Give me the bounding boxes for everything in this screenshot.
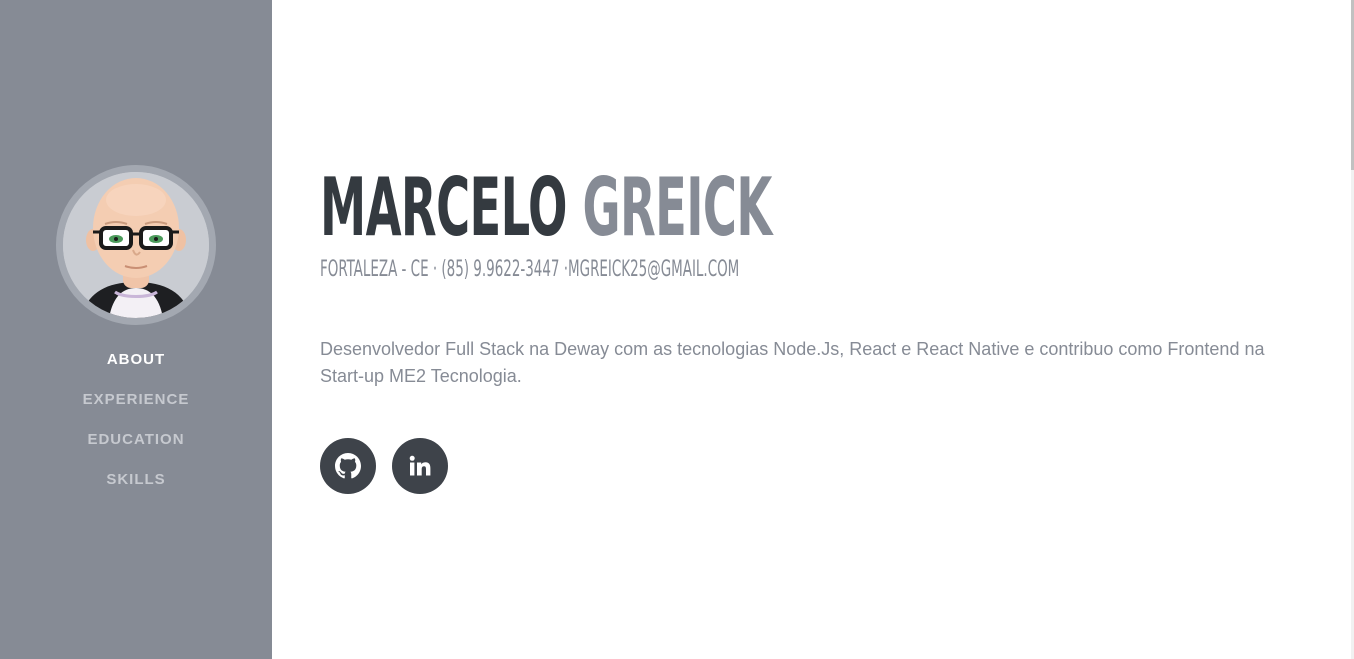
github-button[interactable] <box>320 438 376 494</box>
linkedin-button[interactable] <box>392 438 448 494</box>
github-icon <box>335 453 361 479</box>
nav-item-about[interactable]: ABOUT <box>0 340 272 380</box>
bio-text: Desenvolvedor Full Stack na Deway com as… <box>320 339 1265 386</box>
sidebar-nav: ABOUT EXPERIENCE EDUCATION SKILLS <box>0 340 272 500</box>
avatar-illustration <box>63 172 209 318</box>
nav-item-skills[interactable]: SKILLS <box>0 460 272 500</box>
sidebar: ABOUT EXPERIENCE EDUCATION SKILLS <box>0 0 272 659</box>
nav-item-education[interactable]: EDUCATION <box>0 420 272 460</box>
contact-info: FORTALEZA - CE · (85) 9.9622-3447 ·MGREI… <box>320 257 740 282</box>
social-links <box>320 438 448 494</box>
page-title: MARCELO GREICK <box>320 162 772 254</box>
first-name: MARCELO <box>320 161 567 254</box>
last-name: GREICK <box>582 161 772 254</box>
avatar[interactable] <box>56 165 216 325</box>
nav-item-experience[interactable]: EXPERIENCE <box>0 380 272 420</box>
linkedin-icon <box>409 455 431 476</box>
